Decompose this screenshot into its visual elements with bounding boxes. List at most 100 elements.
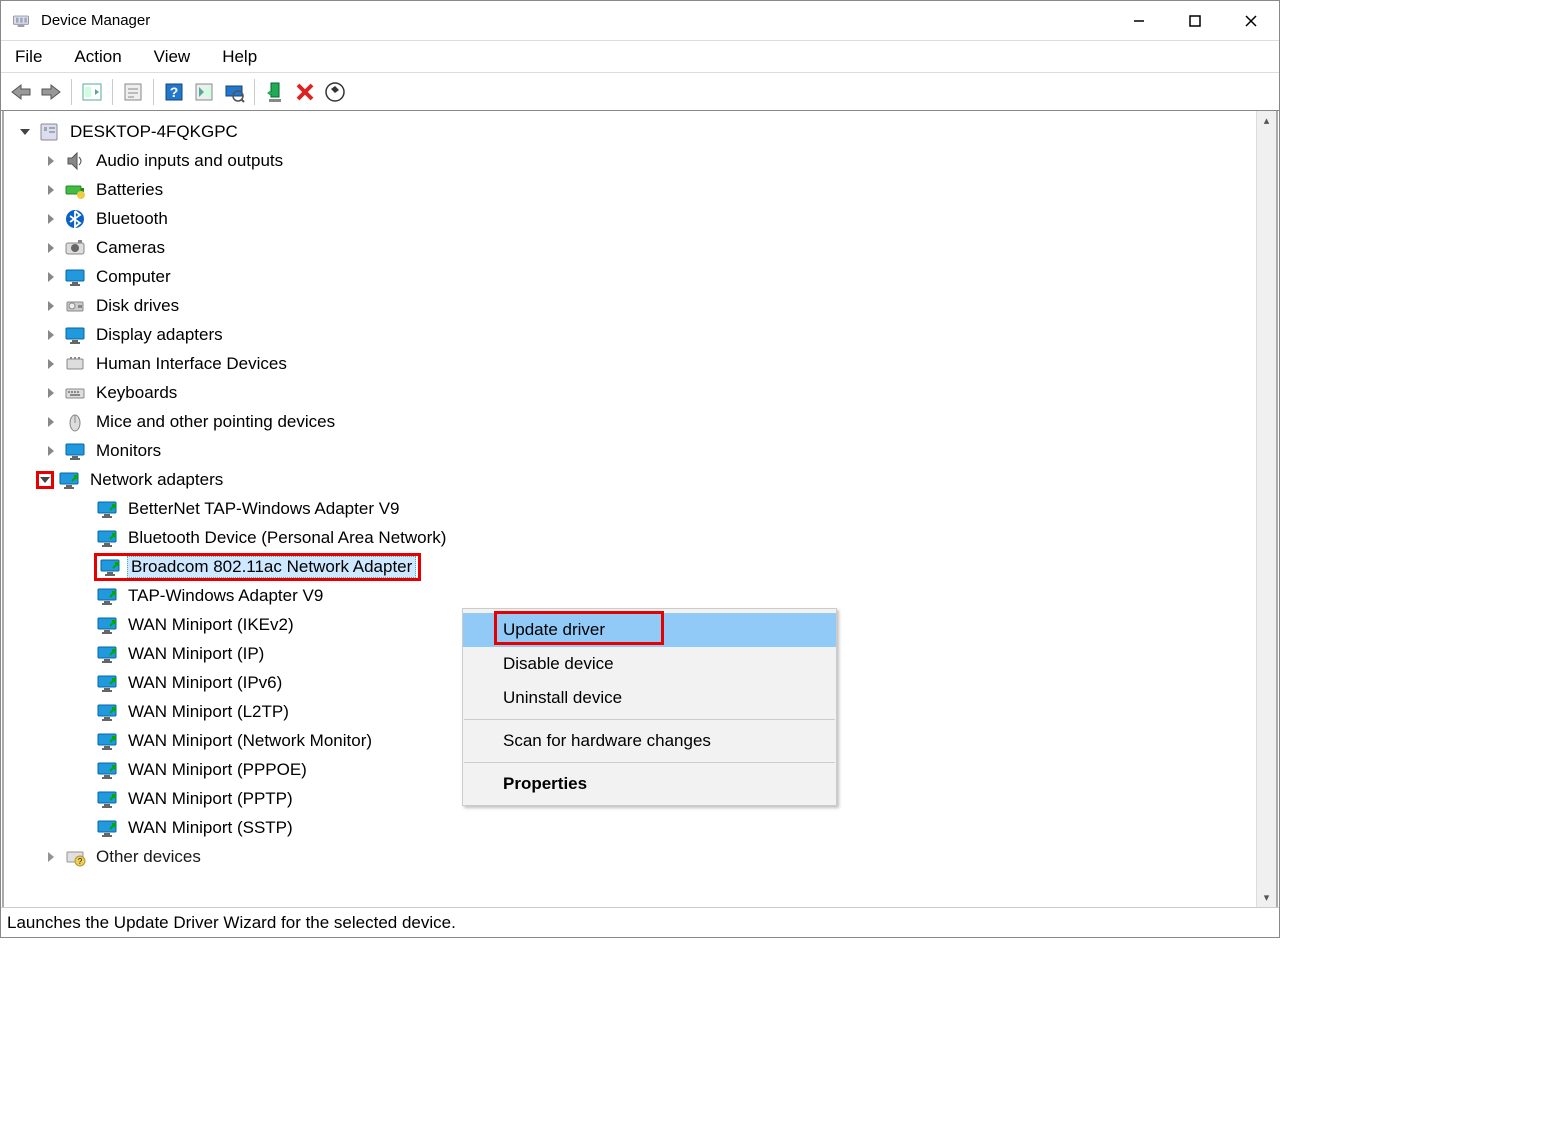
expand-icon[interactable] [42, 442, 60, 460]
tree-root-label: DESKTOP-4FQKGPC [66, 121, 242, 143]
tree-device-label: WAN Miniport (IKEv2) [124, 614, 298, 636]
tree-root[interactable]: DESKTOP-4FQKGPC [4, 117, 1256, 146]
expand-icon[interactable] [16, 123, 34, 141]
expand-icon[interactable] [42, 210, 60, 228]
net-icon [96, 817, 118, 839]
tree-category[interactable]: Batteries [4, 175, 1256, 204]
forward-button[interactable] [37, 78, 65, 106]
tree-device-label: Broadcom 802.11ac Network Adapter [127, 556, 416, 578]
menu-help[interactable]: Help [216, 45, 263, 69]
tree-category-label: Keyboards [92, 382, 181, 404]
ctx-separator [464, 762, 835, 763]
tree-category[interactable]: Human Interface Devices [4, 349, 1256, 378]
tree-device-label: WAN Miniport (PPPOE) [124, 759, 311, 781]
net-icon [96, 585, 118, 607]
scan-hardware-button[interactable] [220, 78, 248, 106]
uninstall-device-button[interactable] [291, 78, 319, 106]
tree-category-network[interactable]: Network adapters [4, 465, 1256, 494]
tree-category[interactable]: Other devices [4, 842, 1256, 871]
expand-icon[interactable] [42, 268, 60, 286]
battery-icon [64, 179, 86, 201]
ctx-scan-hardware-label: Scan for hardware changes [503, 731, 711, 750]
scrollbar-vertical[interactable]: ▴ ▾ [1256, 111, 1276, 907]
net-icon [96, 498, 118, 520]
tree-device-label: WAN Miniport (Network Monitor) [124, 730, 376, 752]
tree-category-label: Audio inputs and outputs [92, 150, 287, 172]
expand-icon[interactable] [42, 384, 60, 402]
tree-category[interactable]: Cameras [4, 233, 1256, 262]
tree-category-label: Batteries [92, 179, 167, 201]
ctx-scan-hardware[interactable]: Scan for hardware changes [463, 724, 836, 758]
tree-device-label: BetterNet TAP-Windows Adapter V9 [124, 498, 404, 520]
scroll-down-icon[interactable]: ▾ [1261, 888, 1273, 907]
expand-icon[interactable] [42, 297, 60, 315]
menu-view[interactable]: View [148, 45, 197, 69]
enable-device-button[interactable] [261, 78, 289, 106]
tree-device[interactable]: TAP-Windows Adapter V9 [4, 581, 1256, 610]
ctx-uninstall-device[interactable]: Uninstall device [463, 681, 836, 715]
tree-category[interactable]: Audio inputs and outputs [4, 146, 1256, 175]
monitor-icon [64, 440, 86, 462]
tree-category-label: Bluetooth [92, 208, 172, 230]
net-icon [96, 614, 118, 636]
tree-category[interactable]: Disk drives [4, 291, 1256, 320]
camera-icon [64, 237, 86, 259]
tree-category[interactable]: Keyboards [4, 378, 1256, 407]
statusbar: Launches the Update Driver Wizard for th… [1, 907, 1279, 937]
expand-icon[interactable] [42, 848, 60, 866]
help-button[interactable]: ? [160, 78, 188, 106]
computer-icon [38, 121, 60, 143]
toolbar-separator [153, 79, 154, 105]
tree-category-label: Monitors [92, 440, 165, 462]
menubar: File Action View Help [1, 41, 1279, 73]
properties-button[interactable] [119, 78, 147, 106]
content-area: DESKTOP-4FQKGPC Audio inputs and outputs B… [2, 111, 1278, 907]
keyboard-icon [64, 382, 86, 404]
close-button[interactable] [1223, 1, 1279, 40]
back-button[interactable] [7, 78, 35, 106]
tree-category-label: Disk drives [92, 295, 183, 317]
tree-device[interactable]: Broadcom 802.11ac Network Adapter [4, 552, 1256, 581]
scan-button[interactable] [190, 78, 218, 106]
tree-category[interactable]: Monitors [4, 436, 1256, 465]
tree-category[interactable]: Mice and other pointing devices [4, 407, 1256, 436]
scroll-up-icon[interactable]: ▴ [1261, 111, 1273, 130]
maximize-button[interactable] [1167, 1, 1223, 40]
ctx-disable-device[interactable]: Disable device [463, 647, 836, 681]
tree-device[interactable]: BetterNet TAP-Windows Adapter V9 [4, 494, 1256, 523]
expand-icon[interactable] [42, 326, 60, 344]
ctx-update-driver[interactable]: Update driver [463, 613, 836, 647]
tree-device-label: Bluetooth Device (Personal Area Network) [124, 527, 450, 549]
tree-device[interactable]: WAN Miniport (SSTP) [4, 813, 1256, 842]
show-hide-tree-button[interactable] [78, 78, 106, 106]
expand-icon[interactable] [42, 239, 60, 257]
expand-icon[interactable] [42, 181, 60, 199]
net-icon [96, 788, 118, 810]
toolbar: ? [1, 73, 1279, 111]
net-icon [96, 759, 118, 781]
net-icon [96, 527, 118, 549]
menu-file[interactable]: File [9, 45, 48, 69]
toolbar-separator [71, 79, 72, 105]
other-icon [64, 846, 86, 868]
expand-icon[interactable] [42, 355, 60, 373]
expand-icon[interactable] [36, 471, 54, 489]
mouse-icon [64, 411, 86, 433]
ctx-properties[interactable]: Properties [463, 767, 836, 801]
expand-icon[interactable] [42, 413, 60, 431]
expand-icon[interactable] [42, 152, 60, 170]
minimize-button[interactable] [1111, 1, 1167, 40]
tree-device[interactable]: Bluetooth Device (Personal Area Network) [4, 523, 1256, 552]
tree-category[interactable]: Display adapters [4, 320, 1256, 349]
ctx-properties-label: Properties [503, 774, 587, 793]
monitor-icon [64, 324, 86, 346]
net-icon [96, 643, 118, 665]
tree-category[interactable]: Computer [4, 262, 1256, 291]
ctx-separator [464, 719, 835, 720]
tree-category-label: Human Interface Devices [92, 353, 291, 375]
tree-device-label: WAN Miniport (PPTP) [124, 788, 297, 810]
menu-action[interactable]: Action [68, 45, 127, 69]
update-driver-button[interactable] [321, 78, 349, 106]
tree-category[interactable]: Bluetooth [4, 204, 1256, 233]
context-menu: Update driver Disable device Uninstall d… [462, 608, 837, 806]
